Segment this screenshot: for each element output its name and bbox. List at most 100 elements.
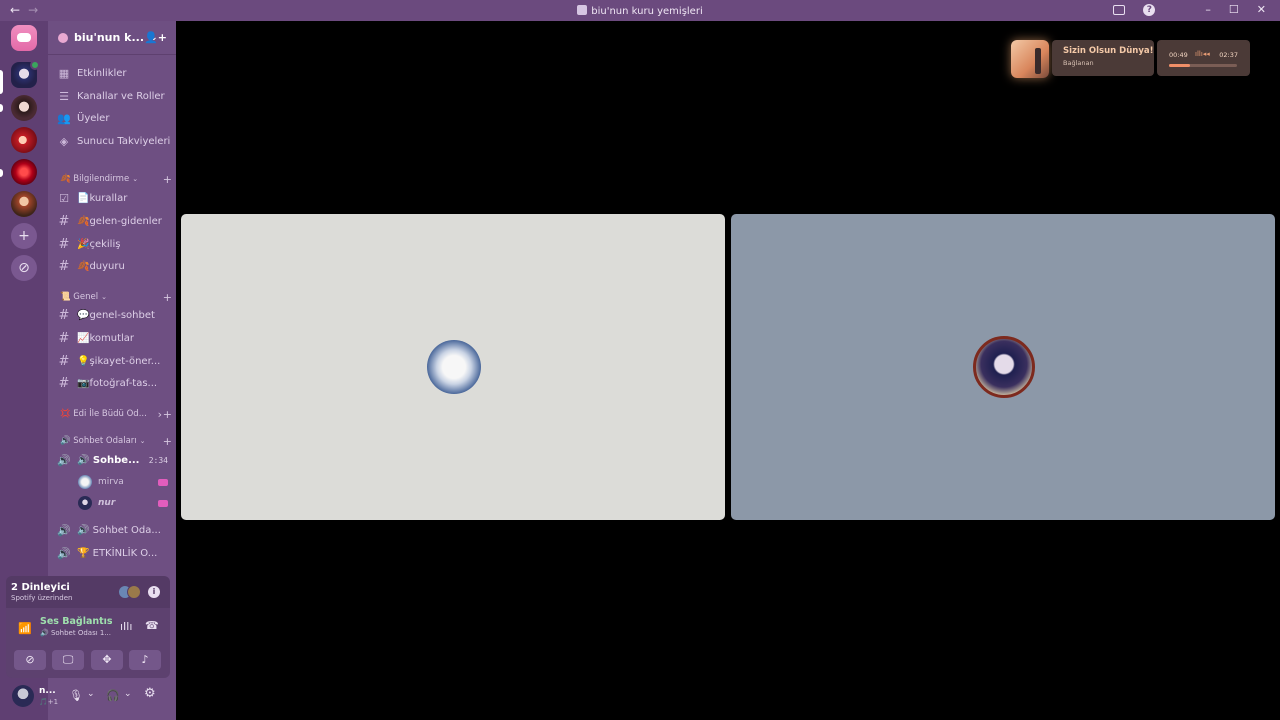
channel-sikayet[interactable]: # 💡şikayet-öner... (56, 351, 174, 371)
guild-header[interactable]: biu'nun k... ⌄ 👤+ (48, 21, 176, 55)
progress-bar[interactable] (1169, 64, 1237, 67)
mic-icon[interactable]: 🎙 (69, 689, 83, 702)
server-3[interactable] (11, 127, 37, 153)
add-server-button[interactable]: + (11, 223, 37, 249)
listening-activity[interactable]: 2 Dinleyici Spotify üzerinden i (6, 576, 170, 608)
channel-kurallar[interactable]: ☑ 📄kurallar (56, 188, 174, 208)
boost-icon: ◈ (59, 134, 69, 148)
inbox-icon[interactable] (1113, 4, 1126, 15)
noise-suppression-icon[interactable]: ıIlı (120, 620, 132, 633)
user-status: 🎵+1 (39, 698, 59, 706)
calendar-icon: ▦ (58, 66, 70, 80)
chevron-right-icon: › (157, 407, 162, 421)
category-edi[interactable]: 💢 Edi İle Büdü Od... › + (60, 407, 172, 421)
username[interactable]: n... (39, 686, 56, 696)
speaking-badge (30, 60, 40, 70)
voice-stage: Sizin Olsun Dünya! Bağlanan 00:49 ıllı◂◂… (176, 21, 1280, 720)
avatar (973, 336, 1035, 398)
info-icon[interactable]: i (148, 586, 160, 598)
current-time: 00:49 (1169, 51, 1188, 59)
speaker-icon: 🔊 (57, 523, 71, 537)
server-2[interactable] (11, 95, 37, 121)
channel-genel-sohbet[interactable]: # 💬genel-sohbet (56, 305, 174, 325)
headset-icon[interactable]: 🎧 (106, 689, 120, 702)
hash-icon: # (58, 213, 70, 229)
participant-tile-nur[interactable] (731, 214, 1275, 520)
speaker-icon: 🔊 (57, 453, 71, 467)
category-genel[interactable]: 📜 Genel ⌄ + (60, 290, 172, 304)
track-artist: Bağlanan (1063, 59, 1094, 67)
waveform-icon: ıllı◂◂ (1195, 50, 1210, 58)
voice-timer: 2:34 (148, 455, 168, 465)
avatar[interactable] (12, 685, 34, 707)
add-channel-icon[interactable]: + (163, 173, 172, 186)
guild-icon (58, 32, 68, 43)
close-button[interactable]: ✕ (1257, 3, 1266, 16)
voice-user-name: nur (98, 498, 116, 508)
chevron-down-icon: ⌄ (132, 175, 139, 183)
chevron-down-icon[interactable]: ⌄ (124, 689, 132, 699)
now-playing-info[interactable]: Sizin Olsun Dünya! Bağlanan (1052, 40, 1154, 76)
voice-channel-active[interactable]: 🔊 🔊 Sohbe... 2:34 (56, 450, 174, 470)
track-title: Sizin Olsun Dünya! (1063, 46, 1154, 56)
voice-channel-2[interactable]: 🔊 🔊 Sohbet Oda... (56, 520, 174, 540)
progress-fill (1169, 64, 1191, 67)
voice-user-nur[interactable]: nur (78, 494, 172, 512)
channel-label: 💡şikayet-öner... (77, 355, 161, 367)
maximize-button[interactable]: ☐ (1229, 3, 1239, 16)
activities-button[interactable]: ✥ (91, 650, 123, 670)
hash-icon: # (58, 258, 70, 274)
menu-boosts[interactable]: ◈ Sunucu Takviyeleri (56, 131, 174, 151)
channel-label: 📄kurallar (77, 192, 128, 204)
live-icon (158, 499, 168, 507)
menu-members[interactable]: 👥 Üyeler (56, 108, 174, 128)
channel-label: 🔊 Sohbet Oda... (77, 524, 161, 536)
connection-status[interactable]: Ses Bağlantısı K (40, 616, 112, 627)
participant-tile-mirva[interactable] (181, 214, 725, 520)
gear-icon[interactable]: ⚙ (144, 686, 156, 701)
voice-user-name: mirva (98, 477, 124, 487)
invite-icon[interactable]: 👤+ (144, 31, 167, 44)
minimize-button[interactable]: – (1205, 3, 1211, 16)
help-icon[interactable]: ? (1143, 3, 1156, 16)
screen-share-button[interactable]: 🖵 (52, 650, 84, 670)
avatar (127, 585, 141, 599)
user-area: n... 🎵+1 🎙 ⌄ 🎧 ⌄ ⚙ (6, 680, 170, 714)
avatar (78, 475, 92, 489)
home-button[interactable] (11, 25, 37, 51)
chevron-down-icon: ⌄ (101, 293, 107, 301)
speaker-icon: 🔊 (57, 546, 71, 560)
channel-duyuru[interactable]: # 🍂duyuru (56, 256, 174, 276)
live-icon (158, 478, 168, 486)
server-5[interactable] (11, 191, 37, 217)
category-label: 💢 Edi İle Büdü Od... (60, 409, 147, 419)
disconnect-icon[interactable]: ☎ (145, 619, 159, 632)
signal-icon: 📶 (18, 622, 32, 635)
window-title: biu'nun kuru yemişleri (0, 5, 1280, 17)
channel-label: 🍂gelen-gidenler (77, 215, 162, 227)
category-bilgilendirme[interactable]: 🍂 Bilgilendirme ⌄ + (60, 172, 172, 186)
channel-fotograf[interactable]: # 📷fotoğraf-tas... (56, 373, 174, 393)
server-4[interactable] (11, 159, 37, 185)
unread-pill (0, 169, 3, 177)
voice-user-mirva[interactable]: mirva (78, 473, 172, 491)
server-biu[interactable] (11, 60, 40, 88)
add-channel-icon[interactable]: + (163, 291, 172, 304)
camera-off-button[interactable]: ⊘ (14, 650, 46, 670)
total-time: 02:37 (1219, 51, 1238, 59)
category-sohbet[interactable]: 🔊 Sohbet Odaları ⌄ + (60, 434, 172, 448)
album-art[interactable] (1011, 40, 1049, 78)
explore-icon[interactable]: ⊘ (11, 255, 37, 281)
channel-komutlar[interactable]: # 📈komutlar (56, 328, 174, 348)
add-channel-icon[interactable]: + (163, 435, 172, 448)
add-channel-icon[interactable]: + (163, 408, 172, 421)
channel-cekilis[interactable]: # 🎉çekiliş (56, 234, 174, 254)
chevron-down-icon[interactable]: ⌄ (87, 689, 95, 699)
menu-channels-roles[interactable]: ☰ Kanallar ve Roller (56, 86, 174, 106)
channel-gelen-gidenler[interactable]: # 🍂gelen-gidenler (56, 211, 174, 231)
menu-events[interactable]: ▦ Etkinlikler (56, 63, 174, 83)
voice-channel-etkinlik[interactable]: 🔊 🏆 ETKİNLİK O... (56, 543, 174, 563)
soundboard-button[interactable]: ♪ (129, 650, 161, 670)
now-playing-progress: 00:49 ıllı◂◂ 02:37 (1157, 40, 1250, 76)
connection-channel[interactable]: 🔊 Sohbet Odası 1... (40, 629, 111, 637)
